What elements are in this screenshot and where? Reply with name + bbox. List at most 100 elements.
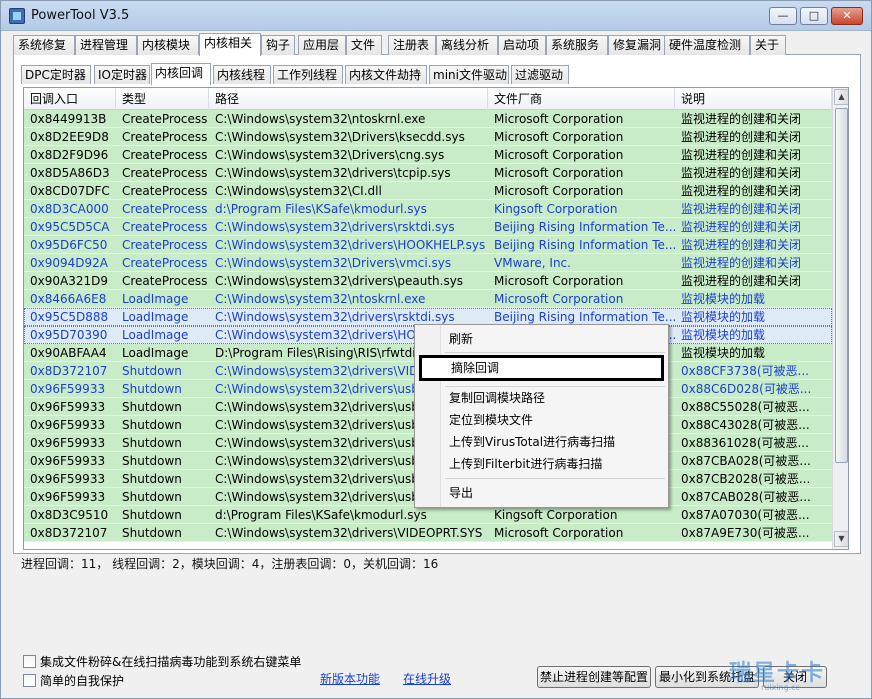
table-row[interactable]: 0x95D6FC50 CreateProcess C:\Windows\system…	[24, 236, 832, 254]
cell-description: 0x88C43028(可被恶...	[681, 418, 810, 432]
sub-tab[interactable]: 过滤驱动	[511, 65, 569, 84]
main-tab[interactable]: 钩子	[261, 35, 295, 55]
scroll-thumb[interactable]	[835, 108, 848, 463]
cell-path: d:\Program Files\KSafe\kmodurl.sys	[215, 202, 427, 216]
cell-description: 监视进程的创建和关闭	[681, 220, 802, 234]
cell-description: 监视进程的创建和关闭	[681, 166, 802, 180]
main-tab[interactable]: 硬件温度检测	[664, 35, 750, 55]
table-row[interactable]: 0x8D2EE9D8 CreateProcess C:\Windows\system…	[24, 128, 832, 146]
cell-type: CreateProcess	[122, 238, 208, 252]
cell-entry: 0x8D3C9510	[30, 508, 109, 522]
cell-path: C:\Windows\system32\ntoskrnl.exe	[215, 292, 426, 306]
table-row[interactable]: 0x8D3CA000 CreateProcess d:\Program Files\…	[24, 200, 832, 218]
cell-entry: 0x95D70390	[30, 328, 108, 342]
main-tab[interactable]: 内核模块	[137, 35, 199, 55]
menu-item-locate-file[interactable]: 定位到模块文件	[449, 410, 533, 430]
table-row[interactable]: 0x95C5D5CA CreateProcess C:\Windows\system…	[24, 218, 832, 236]
column-header-entry[interactable]: 回调入口	[24, 88, 116, 110]
menu-item-upload-virustotal[interactable]: 上传到VirusTotal进行病毒扫描	[449, 432, 615, 452]
sub-tab[interactable]: DPC定时器	[21, 65, 91, 84]
column-header-description[interactable]: 说明	[675, 88, 832, 110]
cell-vendor: Beijing Rising Information Te...	[494, 220, 675, 234]
column-header-type[interactable]: 类型	[116, 88, 209, 110]
cell-type: Shutdown	[122, 508, 182, 522]
vertical-scrollbar[interactable]: ▲ ▼	[832, 88, 848, 549]
cell-description: 0x87CAB028(可被恶...	[681, 490, 811, 504]
table-row[interactable]: 0x8D372107 Shutdown C:\Windows\system32\dr…	[24, 524, 832, 542]
table-row[interactable]: 0x8D3C9510 Shutdown d:\Program Files\KSafe…	[24, 506, 832, 524]
table-row[interactable]: 0x8CD07DFC CreateProcess C:\Windows\system…	[24, 182, 832, 200]
cell-type: LoadImage	[122, 310, 189, 324]
cell-type: Shutdown	[122, 436, 182, 450]
column-header-vendor[interactable]: 文件厂商	[488, 88, 675, 110]
menu-item-upload-filterbit[interactable]: 上传到Filterbit进行病毒扫描	[449, 454, 602, 474]
table-row[interactable]: 0x90A321D9 CreateProcess C:\Windows\system…	[24, 272, 832, 290]
menu-item-copy-path[interactable]: 复制回调模块路径	[449, 388, 545, 408]
cell-entry: 0x8D372107	[30, 526, 108, 540]
integrate-context-menu-checkbox[interactable]	[23, 655, 36, 668]
cell-type: Shutdown	[122, 382, 182, 396]
cell-description: 监视进程的创建和关闭	[681, 148, 802, 162]
maximize-button[interactable]: □	[800, 7, 828, 25]
cell-entry: 0x96F59933	[30, 490, 106, 504]
cell-path: C:\Windows\system32\drivers\VIDEOPRT.SYS	[215, 526, 483, 540]
cell-entry: 0x8D5A86D3	[30, 166, 110, 180]
sub-tab[interactable]: 内核回调	[151, 63, 211, 85]
cell-entry: 0x90ABFAA4	[30, 346, 107, 360]
close-window-button[interactable]: ✕	[831, 7, 863, 25]
cell-vendor: Microsoft Corporation	[494, 274, 624, 288]
main-tab[interactable]: 注册表	[388, 35, 436, 55]
cell-type: LoadImage	[122, 346, 189, 360]
list-header: 回调入口 类型 路径 文件厂商 说明	[24, 88, 832, 110]
main-tab[interactable]: 修复漏洞	[608, 35, 670, 55]
table-row[interactable]: 0x8D2F9D96 CreateProcess C:\Windows\system…	[24, 146, 832, 164]
cell-entry: 0x90A321D9	[30, 274, 108, 288]
title-bar[interactable]: PowerTool V3.5 — □ ✕	[1, 1, 871, 31]
sub-tab[interactable]: 内核线程	[213, 65, 271, 84]
scroll-down-icon[interactable]: ▼	[834, 531, 848, 547]
cell-path: C:\Windows\system32\drivers\peauth.sys	[215, 274, 464, 288]
cell-type: CreateProcess	[122, 130, 208, 144]
main-tab[interactable]: 系统服务	[546, 35, 608, 55]
scroll-up-icon[interactable]: ▲	[834, 89, 848, 105]
main-tab[interactable]: 进程管理	[75, 35, 137, 55]
menu-item-export[interactable]: 导出	[449, 483, 473, 503]
table-row[interactable]: 0x8449913B CreateProcess C:\Windows\system…	[24, 110, 832, 128]
main-tab[interactable]: 离线分析	[436, 35, 498, 55]
table-row[interactable]: 0x9094D92A CreateProcess C:\Windows\system…	[24, 254, 832, 272]
cell-entry: 0x8D3CA000	[30, 202, 109, 216]
table-row[interactable]: 0x8D5A86D3 CreateProcess C:\Windows\system…	[24, 164, 832, 182]
menu-item-refresh[interactable]: 刷新	[449, 329, 473, 349]
main-tab[interactable]: 文件	[346, 35, 382, 55]
main-tab[interactable]: 系统修复	[13, 35, 75, 55]
sub-tab[interactable]: IO定时器	[94, 65, 150, 84]
cell-entry: 0x96F59933	[30, 418, 106, 432]
new-features-link[interactable]: 新版本功能	[320, 670, 380, 687]
sub-tab[interactable]: mini文件驱动	[429, 65, 509, 84]
sub-tab[interactable]: 内核文件劫持	[345, 65, 427, 84]
cell-entry: 0x95D6FC50	[30, 238, 108, 252]
cell-description: 0x88C55028(可被恶...	[681, 400, 810, 414]
app-icon	[9, 8, 25, 24]
cell-type: CreateProcess	[122, 220, 208, 234]
cell-type: LoadImage	[122, 328, 189, 342]
cell-description: 0x87CBA028(可被恶...	[681, 454, 811, 468]
self-protect-checkbox[interactable]	[23, 674, 36, 687]
cell-path: d:\Program Files\KSafe\kmodurl.sys	[215, 508, 427, 522]
column-header-path[interactable]: 路径	[209, 88, 488, 110]
cell-vendor: Microsoft Corporation	[494, 148, 624, 162]
cell-type: CreateProcess	[122, 274, 208, 288]
main-tab[interactable]: 应用层	[298, 35, 346, 55]
table-row[interactable]: 0x8466A6E8 LoadImage C:\Windows\system32\n…	[24, 290, 832, 308]
sub-tab[interactable]: 工作列线程	[273, 65, 343, 84]
cell-path: C:\Windows\system32\Drivers\ksecdd.sys	[215, 130, 465, 144]
menu-item-remove-callback[interactable]: 摘除回调	[419, 355, 664, 381]
disable-process-create-button[interactable]: 禁止进程创建等配置	[537, 666, 651, 688]
main-tab[interactable]: 关于	[750, 35, 786, 55]
online-upgrade-link[interactable]: 在线升级	[403, 670, 451, 687]
context-menu: 刷新 摘除回调 复制回调模块路径 定位到模块文件 上传到VirusTotal进行…	[414, 324, 669, 508]
minimize-button[interactable]: —	[769, 7, 797, 25]
cell-description: 监视进程的创建和关闭	[681, 274, 802, 288]
main-tab[interactable]: 内核相关	[199, 33, 261, 56]
main-tab[interactable]: 启动项	[498, 35, 546, 55]
